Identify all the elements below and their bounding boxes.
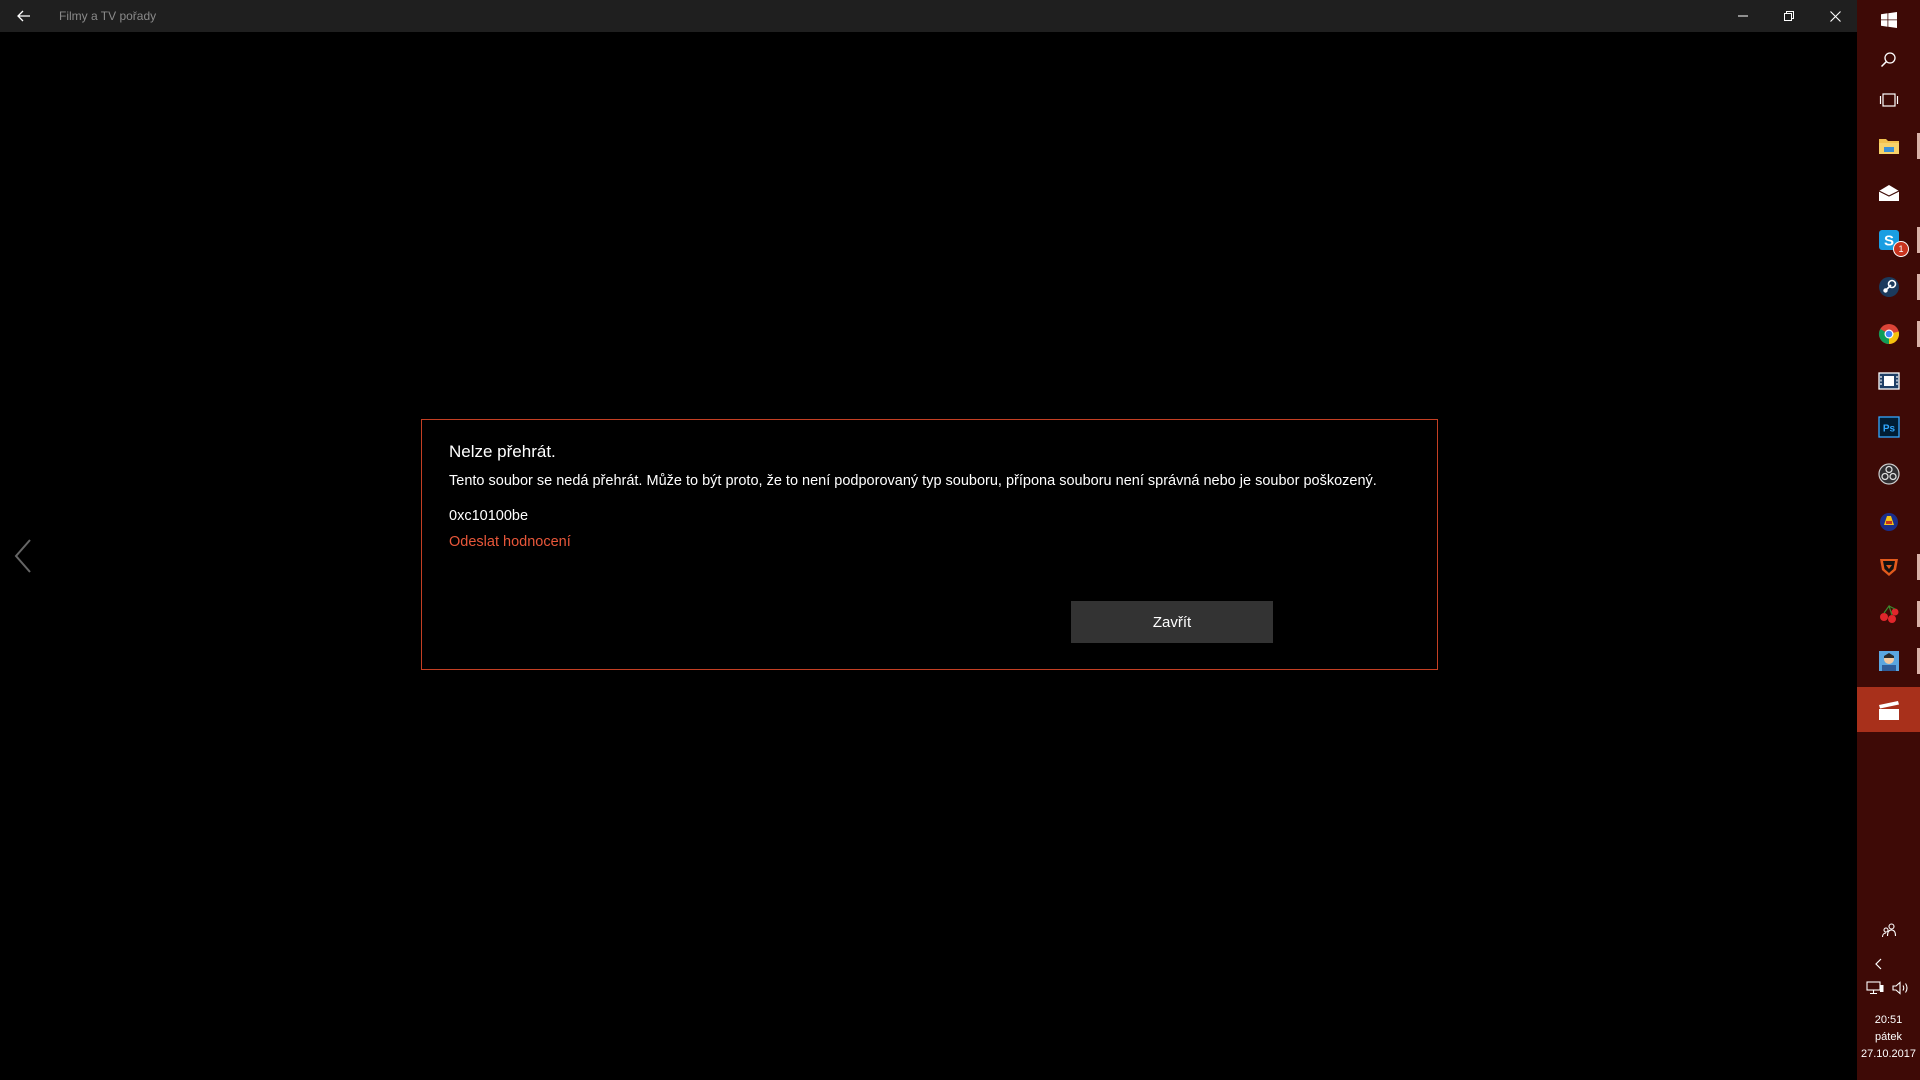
app-title: Filmy a TV pořady	[59, 9, 157, 23]
taskbar-clock[interactable]: 20:51 pátek 27.10.2017	[1857, 1012, 1920, 1063]
clock-date: 27.10.2017	[1860, 1048, 1917, 1060]
people-icon	[1881, 923, 1896, 938]
taskbar-app-skype[interactable]: S 1	[1857, 219, 1920, 261]
people-button[interactable]	[1857, 918, 1920, 942]
network-icon	[1866, 981, 1884, 995]
taskbar-app-mail[interactable]	[1857, 172, 1920, 214]
close-dialog-button[interactable]: Zavřít	[1071, 601, 1273, 643]
taskbar-app-cherries[interactable]	[1857, 593, 1920, 635]
dialog-title: Nelze přehrát.	[449, 442, 556, 461]
windows-logo-icon	[1880, 12, 1897, 28]
close-icon	[1829, 10, 1841, 22]
movies-tv-icon	[1878, 700, 1899, 720]
volume-icon	[1892, 981, 1908, 995]
close-window-button[interactable]	[1812, 0, 1858, 32]
task-view-button[interactable]	[1857, 79, 1920, 121]
taskbar: S 1 Ps 20:51 pátek 27.10.2017	[1857, 0, 1920, 1080]
clock-day: pátek	[1875, 1031, 1902, 1043]
taskbar-app-file-explorer[interactable]	[1857, 125, 1920, 167]
chrome-icon	[1878, 324, 1899, 345]
error-dialog: Nelze přehrát. Tento soubor se nedá přeh…	[421, 419, 1438, 670]
previous-arrow-icon[interactable]	[10, 536, 38, 576]
taskbar-app-shield[interactable]	[1857, 546, 1920, 588]
obs-icon	[1877, 463, 1900, 485]
svg-text:S: S	[1883, 233, 1893, 250]
start-button[interactable]	[1857, 0, 1920, 40]
taskbar-app-video-editor[interactable]	[1857, 360, 1920, 402]
show-hidden-icons-button[interactable]	[1867, 954, 1891, 974]
photoshop-icon: Ps	[1877, 416, 1900, 438]
taskbar-app-movies-tv[interactable]	[1857, 687, 1920, 732]
network-button[interactable]	[1863, 978, 1887, 998]
clock-time: 20:51	[1874, 1014, 1903, 1026]
minimize-button[interactable]	[1720, 0, 1766, 32]
game-launcher-icon	[1879, 513, 1898, 531]
skype-notification-badge: 1	[1893, 241, 1909, 257]
back-button[interactable]	[4, 0, 44, 32]
title-bar: Filmy a TV pořady	[0, 0, 1857, 32]
minimize-icon	[1738, 15, 1748, 17]
back-arrow-icon	[17, 10, 30, 22]
taskbar-app-steam[interactable]	[1857, 266, 1920, 308]
movies-tv-app: Filmy a TV pořady Nelze přehrát. Tento s…	[0, 0, 1857, 1080]
error-code: 0xc10100be	[449, 508, 529, 524]
volume-button[interactable]	[1889, 978, 1913, 998]
file-explorer-icon	[1878, 139, 1899, 154]
cherries-app-icon	[1879, 604, 1898, 623]
search-icon	[1880, 51, 1896, 67]
search-button[interactable]	[1857, 38, 1920, 80]
dialog-message: Tento soubor se nedá přehrát. Může to bý…	[449, 473, 1377, 489]
taskbar-app-chrome[interactable]	[1857, 313, 1920, 355]
send-feedback-link[interactable]: Odeslat hodnocení	[449, 534, 571, 550]
avatar-app-icon	[1878, 651, 1899, 671]
shield-app-icon	[1879, 559, 1898, 576]
taskbar-app-obs[interactable]	[1857, 453, 1920, 495]
restore-icon	[1784, 11, 1794, 21]
restore-button[interactable]	[1766, 0, 1812, 32]
chevron-left-icon	[1875, 958, 1882, 970]
task-view-icon	[1879, 93, 1898, 107]
svg-text:Ps: Ps	[1882, 424, 1895, 435]
mail-icon	[1878, 185, 1899, 201]
steam-icon	[1878, 277, 1899, 297]
video-editor-icon	[1877, 372, 1900, 390]
taskbar-app-avatar[interactable]	[1857, 640, 1920, 682]
taskbar-app-photoshop[interactable]: Ps	[1857, 406, 1920, 448]
taskbar-app-game-launcher[interactable]	[1857, 500, 1920, 542]
